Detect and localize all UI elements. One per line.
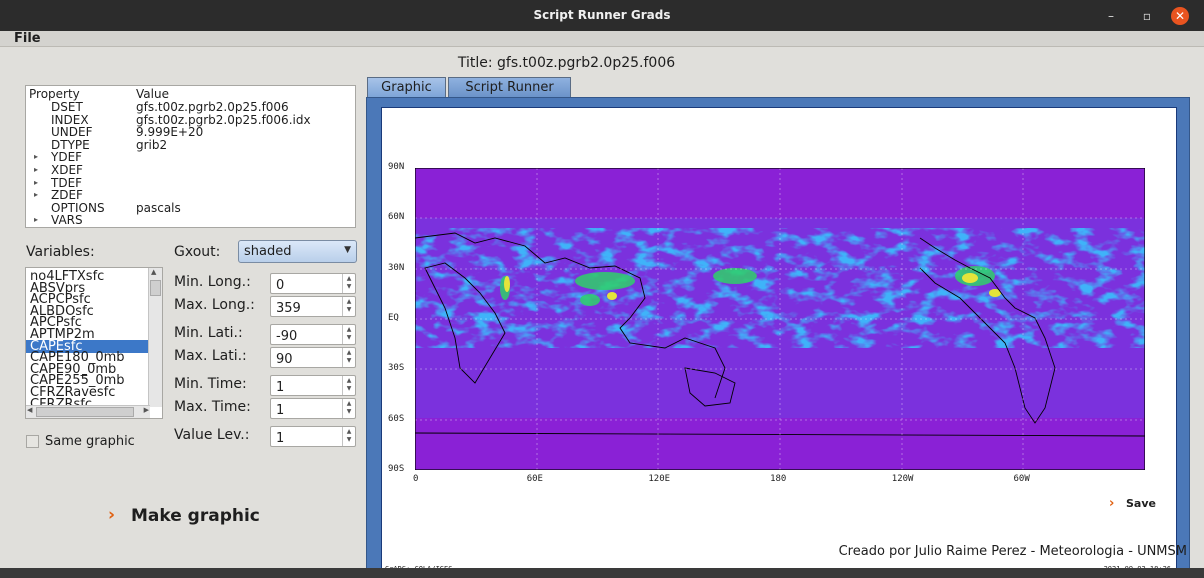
spin-arrows-icon[interactable]: ▲ ▼ (342, 274, 355, 293)
spin-field[interactable]: 1 ▲ ▼ (270, 398, 356, 419)
expand-arrow-icon[interactable]: ▸ (34, 164, 38, 177)
spin-value: 1 (276, 403, 285, 418)
desktop-background (0, 568, 1204, 578)
gxout-select[interactable]: shaded ▼ (238, 240, 357, 263)
variables-vertical-scrollbar[interactable]: ▲ (148, 268, 162, 407)
expand-arrow-icon[interactable]: ▸ (34, 151, 38, 164)
scrollbar-thumb[interactable] (36, 407, 134, 417)
spin-value: -90 (276, 329, 298, 344)
property-row[interactable]: ▸ VARS (26, 214, 355, 227)
property-key: UNDEF (51, 125, 93, 140)
property-key: VARS (51, 213, 83, 228)
longitude-tick-label: 120E (648, 474, 671, 484)
chevron-right-icon: › (1109, 496, 1115, 511)
field-label: Min. Lati.: (174, 325, 243, 341)
longitude-tick-label: 60W (1013, 474, 1030, 484)
spin-value: 90 (276, 352, 293, 367)
scrollbar-thumb[interactable] (150, 280, 161, 296)
property-value: 9.999E+20 (136, 125, 204, 140)
value-header: Value (136, 87, 169, 101)
tab-script-runner[interactable]: Script Runner (448, 77, 571, 97)
spin-value: 1 (276, 380, 285, 395)
longitude-tick-label: 0 (413, 474, 419, 484)
field-label: Max. Long.: (174, 297, 255, 313)
spin-field[interactable]: 359 ▲ ▼ (270, 296, 356, 317)
longitude-tick-label: 120W (891, 474, 914, 484)
same-graphic-checkbox[interactable] (26, 435, 39, 448)
longitude-tick-label: 180 (770, 474, 787, 484)
property-value: gfs.t00z.pgrb2.0p25.f006 (136, 100, 289, 114)
spin-arrows-icon[interactable]: ▲ ▼ (342, 325, 355, 344)
scroll-up-icon[interactable]: ▲ (151, 268, 156, 276)
spin-field[interactable]: 90 ▲ ▼ (270, 347, 356, 368)
latitude-tick-label: 90S (388, 464, 405, 474)
spin-arrows-icon[interactable]: ▲ ▼ (342, 297, 355, 316)
make-graphic-label: Make graphic (131, 506, 260, 526)
scroll-right-icon[interactable]: ▶ (144, 406, 149, 414)
expand-arrow-icon[interactable]: ▸ (34, 214, 38, 227)
spin-field[interactable]: -90 ▲ ▼ (270, 324, 356, 345)
spin-field[interactable]: 1 ▲ ▼ (270, 426, 356, 447)
plot-canvas: 90N 60N 30N EQ 30S 60S 90S 0 60E 120E 180 120W 60W … (381, 107, 1177, 577)
property-key: DSET (51, 100, 83, 114)
latitude-tick-label: 60N (388, 212, 405, 223)
maximize-button[interactable]: ▫ (1137, 6, 1157, 26)
latitude-tick-label: 60S (388, 413, 405, 424)
field-label: Max. Lati.: (174, 348, 247, 364)
author-credit: Creado por Julio Raime Perez - Meteorolo… (838, 544, 1187, 559)
chevron-down-icon: ▼ (344, 245, 351, 255)
field-label: Max. Time: (174, 399, 251, 415)
scroll-left-icon[interactable]: ◀ (27, 406, 32, 414)
window-titlebar: Script Runner Grads – ▫ ✕ (0, 0, 1204, 31)
longitude-tick-label: 60E (526, 474, 543, 484)
same-graphic-label: Same graphic (45, 434, 135, 449)
main-window: Title: gfs.t00z.pgrb2.0p25.f006 Property… (0, 47, 1204, 578)
spin-arrows-icon[interactable]: ▲ ▼ (342, 427, 355, 446)
field-label: Min. Long.: (174, 274, 251, 290)
latitude-tick-label: 90N (388, 162, 405, 172)
spin-value: 359 (276, 301, 301, 316)
latitude-tick-label: EQ (388, 313, 399, 323)
save-label: Save (1126, 497, 1156, 510)
variables-label: Variables: (26, 244, 95, 260)
spin-arrows-icon[interactable]: ▲ ▼ (342, 376, 355, 395)
world-map-plot (415, 168, 1145, 470)
spin-arrows-icon[interactable]: ▲ ▼ (342, 399, 355, 418)
property-header: Property (29, 87, 80, 101)
property-value: grib2 (136, 137, 168, 152)
spin-field[interactable]: 0 ▲ ▼ (270, 273, 356, 294)
tab-graphic[interactable]: Graphic (367, 77, 446, 97)
spin-value: 1 (276, 431, 285, 446)
expand-arrow-icon[interactable]: ▸ (34, 177, 38, 190)
graphic-title: Title: gfs.t00z.pgrb2.0p25.f006 (457, 55, 676, 71)
expand-arrow-icon[interactable]: ▸ (34, 189, 38, 202)
gxout-label: Gxout: (174, 244, 221, 260)
variables-horizontal-scrollbar[interactable]: ◀ ▶ (26, 405, 150, 418)
gxout-value: shaded (244, 244, 292, 259)
spin-value: 0 (276, 278, 285, 293)
latitude-tick-label: 30S (388, 363, 405, 374)
window-title: Script Runner Grads (533, 8, 671, 22)
graphic-tab-panel: 90N 60N 30N EQ 30S 60S 90S 0 60E 120E 180 120W 60W … (366, 97, 1190, 578)
latitude-tick-label: 30N (388, 262, 405, 273)
property-key: XDEF (51, 163, 83, 177)
variables-list[interactable]: no4LFTXsfc ABSVprs ACPCPsfc ALBDOsfc APCPsfc… (25, 267, 163, 419)
field-label: Min. Time: (174, 376, 247, 392)
close-button[interactable]: ✕ (1171, 7, 1189, 25)
field-label: Value Lev.: (174, 427, 250, 443)
chevron-right-icon: › (108, 505, 116, 525)
minimize-button[interactable]: – (1101, 6, 1121, 26)
menubar: File (0, 31, 1204, 47)
spin-field[interactable]: 1 ▲ ▼ (270, 375, 356, 396)
property-value: pascals (136, 200, 181, 215)
property-key: ZDEF (51, 188, 83, 203)
property-tree[interactable]: Property Value DSET gfs.t00z.pgrb2.0p25.f… (25, 85, 356, 228)
menu-file[interactable]: File (14, 31, 41, 47)
spin-arrows-icon[interactable]: ▲ ▼ (342, 348, 355, 367)
